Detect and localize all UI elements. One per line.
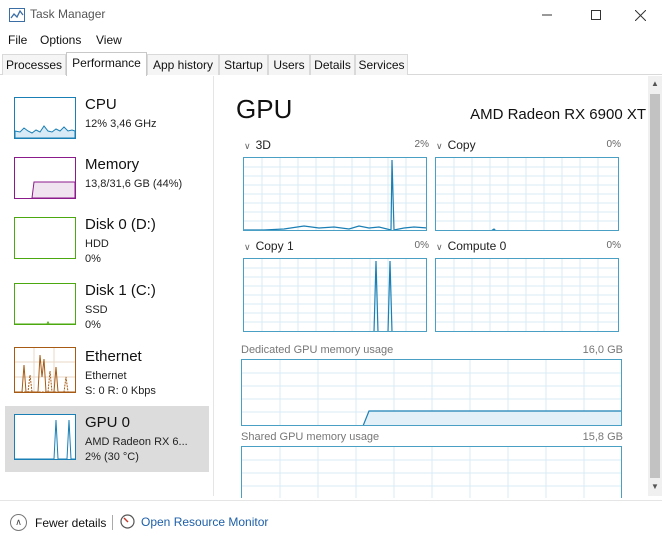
disk-graph-icon xyxy=(14,283,76,325)
resource-cpu[interactable]: CPU 12% 3,46 GHz xyxy=(5,88,209,154)
resource-usage: S: 0 R: 0 Kbps xyxy=(85,385,156,397)
shared-memory-graph xyxy=(241,446,622,498)
resource-name: Memory xyxy=(85,156,140,173)
engine-label: Compute 0 xyxy=(447,239,507,253)
chevron-up-icon: ∧ xyxy=(10,514,27,531)
engine-selector-copy-1[interactable]: ∨ Copy 1 xyxy=(244,239,294,253)
engine-percent: 0% xyxy=(606,139,621,150)
scroll-up-icon[interactable]: ▲ xyxy=(650,79,660,89)
engine-graph-copy xyxy=(435,157,619,231)
title-bar: Task Manager xyxy=(0,0,662,30)
resource-name: Disk 1 (C:) xyxy=(85,282,156,299)
menu-file[interactable]: File xyxy=(8,33,27,47)
resource-usage: 2% (30 °C) xyxy=(85,451,139,463)
shared-memory-label: Shared GPU memory usage xyxy=(241,431,380,443)
engine-label: Copy xyxy=(447,138,476,152)
cpu-graph-icon xyxy=(14,97,76,139)
tab-processes[interactable]: Processes xyxy=(2,54,66,75)
disk-graph-icon xyxy=(14,217,76,259)
resource-ethernet[interactable]: Ethernet Ethernet S: 0 R: 0 Kbps xyxy=(5,340,209,406)
tab-users[interactable]: Users xyxy=(268,54,310,75)
minimize-icon xyxy=(542,14,552,16)
engine-selector-3d[interactable]: ∨ 3D xyxy=(244,138,271,152)
tab-startup[interactable]: Startup xyxy=(219,54,268,75)
resource-name: GPU 0 xyxy=(85,414,131,431)
engine-selector-copy[interactable]: ∨ Copy xyxy=(436,138,476,152)
dedicated-memory-graph xyxy=(241,359,622,426)
memory-graph-icon xyxy=(14,157,76,199)
fewer-details-label: Fewer details xyxy=(35,515,107,530)
vertical-scrollbar[interactable]: ▲ ▼ xyxy=(648,76,662,496)
dedicated-memory-label: Dedicated GPU memory usage xyxy=(241,344,394,356)
tab-app-history[interactable]: App history xyxy=(147,54,219,75)
task-manager-icon xyxy=(9,8,25,22)
resource-gpu-0[interactable]: GPU 0 AMD Radeon RX 6... 2% (30 °C) xyxy=(5,406,209,472)
resource-name: Disk 0 (D:) xyxy=(85,216,156,233)
resource-detail: 12% 3,46 GHz xyxy=(85,118,157,130)
minimize-button[interactable] xyxy=(524,0,570,30)
maximize-icon xyxy=(591,10,601,20)
chevron-down-icon: ∨ xyxy=(244,242,251,252)
menu-options[interactable]: Options xyxy=(40,33,81,47)
scrollbar-thumb[interactable] xyxy=(650,94,660,478)
resource-list: CPU 12% 3,46 GHz Memory 13,8/31,6 GB (44… xyxy=(0,76,214,496)
gpu-model-name: AMD Radeon RX 6900 XT xyxy=(470,106,646,123)
scroll-down-icon[interactable]: ▼ xyxy=(650,482,660,492)
resource-type: HDD xyxy=(85,238,109,250)
engine-percent: 0% xyxy=(606,240,621,251)
engine-graph-3d xyxy=(243,157,427,231)
engine-graph-copy-1 xyxy=(243,258,427,332)
resource-name: CPU xyxy=(85,96,117,113)
resource-disk-0[interactable]: Disk 0 (D:) HDD 0% xyxy=(5,208,209,274)
resource-usage: 0% xyxy=(85,319,101,331)
resource-name: Ethernet xyxy=(85,348,142,365)
footer-divider xyxy=(112,515,113,530)
open-resource-monitor-link[interactable]: Open Resource Monitor xyxy=(120,514,268,529)
resource-detail: 13,8/31,6 GB (44%) xyxy=(85,178,183,190)
chevron-down-icon: ∨ xyxy=(436,242,443,252)
chevron-down-icon: ∨ xyxy=(436,141,443,151)
resource-model: AMD Radeon RX 6... xyxy=(85,436,188,448)
engine-graph-compute-0 xyxy=(435,258,619,332)
menu-bar: File Options View xyxy=(0,30,662,50)
chevron-down-icon: ∨ xyxy=(244,141,251,151)
ethernet-graph-icon xyxy=(14,347,76,393)
resource-monitor-icon xyxy=(120,514,135,529)
close-icon xyxy=(634,9,646,21)
open-resource-monitor-label: Open Resource Monitor xyxy=(141,514,269,529)
gpu-graph-icon xyxy=(14,414,76,460)
tab-services[interactable]: Services xyxy=(355,54,408,75)
tab-details[interactable]: Details xyxy=(310,54,355,75)
engine-percent: 2% xyxy=(414,139,429,150)
shared-memory-max: 15,8 GB xyxy=(582,431,623,443)
page-title: GPU xyxy=(236,94,293,124)
resource-type: SSD xyxy=(85,304,108,316)
engine-label: Copy 1 xyxy=(255,239,294,253)
window-title: Task Manager xyxy=(30,7,106,21)
tab-bar: Processes Performance App history Startu… xyxy=(0,52,662,76)
resource-usage: 0% xyxy=(85,253,101,265)
gpu-detail-pane: GPU AMD Radeon RX 6900 XT ∨ 3D 2% ∨ Copy 0… xyxy=(222,76,648,498)
resource-disk-1[interactable]: Disk 1 (C:) SSD 0% xyxy=(5,274,209,340)
engine-selector-compute-0[interactable]: ∨ Compute 0 xyxy=(436,239,506,253)
close-button[interactable] xyxy=(617,0,662,30)
dedicated-memory-max: 16,0 GB xyxy=(582,344,623,356)
menu-view[interactable]: View xyxy=(96,33,122,47)
maximize-button[interactable] xyxy=(573,0,619,30)
engine-percent: 0% xyxy=(414,240,429,251)
footer: ∧ Fewer details Open Resource Monitor xyxy=(0,500,662,545)
resource-memory[interactable]: Memory 13,8/31,6 GB (44%) xyxy=(5,148,209,214)
resource-type: Ethernet xyxy=(85,370,127,382)
fewer-details-button[interactable]: ∧ Fewer details xyxy=(10,514,106,531)
engine-label: 3D xyxy=(255,138,271,152)
tab-performance[interactable]: Performance xyxy=(66,52,147,76)
